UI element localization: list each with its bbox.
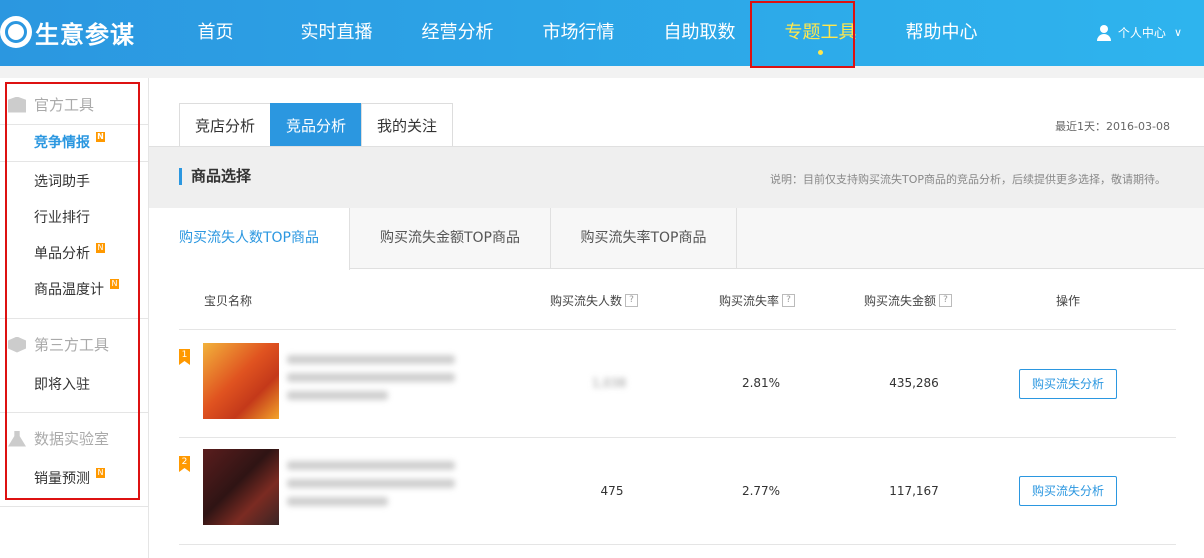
nav-item-self-service-data[interactable]: 自助取数 (639, 0, 760, 66)
column-header-label: 购买流失率 (719, 294, 780, 308)
lost-analysis-button[interactable]: 购买流失分析 (1019, 476, 1117, 506)
column-header-lost-users: 购买流失人数? (550, 292, 639, 309)
brand-name: 生意参谋 (35, 20, 135, 49)
lost-users-value: 1,038 (591, 376, 627, 390)
analysis-tabs: 竞店分析 竞品分析 我的关注 (179, 103, 454, 147)
main-nav: 首页 实时直播 经营分析 市场行情 自助取数 专题工具 帮助中心 (155, 0, 1002, 66)
lost-amount-value: 435,286 (889, 376, 939, 390)
nav-item-special-tools[interactable]: 专题工具 (760, 0, 881, 66)
divider (0, 412, 148, 413)
tab-shop-analysis[interactable]: 竞店分析 (179, 103, 271, 147)
main-content: 竞店分析 竞品分析 我的关注 最近1天：2016-03-08 商品选择 说明：目… (149, 78, 1204, 558)
sidebar-item-label: 商品温度计 (34, 282, 104, 298)
sidebar-item-label: 单品分析 (34, 246, 90, 262)
sidebar-group-title: 数据实验室 (34, 430, 110, 448)
sidebar-group-data-lab: 数据实验室 (8, 428, 109, 449)
sidebar-item-keyword-assistant[interactable]: 选词助手 (34, 171, 90, 191)
lost-analysis-button[interactable]: 购买流失分析 (1019, 369, 1117, 399)
new-badge: N (96, 243, 105, 253)
lost-amount-value: 117,167 (889, 484, 939, 498)
brand-logo[interactable]: 生意参谋 (0, 12, 135, 52)
nav-item-help-center[interactable]: 帮助中心 (881, 0, 1002, 66)
building-icon (8, 96, 26, 113)
column-header-label: 购买流失人数 (550, 294, 623, 308)
column-header-lost-rate: 购买流失率? (719, 292, 796, 309)
user-center-menu[interactable]: 个人中心 ∨ (1096, 24, 1182, 41)
nav-item-home[interactable]: 首页 (155, 0, 276, 66)
lost-rate-value: 2.77% (741, 484, 781, 498)
cube-icon (8, 336, 26, 353)
user-center-label: 个人中心 (1117, 26, 1166, 40)
column-header-lost-amount: 购买流失金额? (864, 292, 953, 309)
sidebar-item-product-thermometer[interactable]: 商品温度计 N (34, 279, 119, 299)
sidebar-item-label: 销量预测 (34, 471, 90, 487)
divider (0, 318, 148, 319)
product-title-blurred[interactable] (287, 355, 455, 415)
tab-my-follows[interactable]: 我的关注 (361, 103, 454, 147)
divider (179, 437, 1176, 438)
subtab-lost-rate-top[interactable]: 购买流失率TOP商品 (551, 208, 737, 269)
sidebar-item-sales-forecast[interactable]: 销量预测 N (34, 468, 105, 488)
flask-icon (8, 430, 26, 447)
sidebar-item-product-analysis[interactable]: 单品分析 N (34, 243, 105, 263)
help-icon[interactable]: ? (939, 294, 953, 307)
new-badge: N (110, 279, 119, 289)
divider (179, 544, 1176, 545)
product-thumbnail[interactable] (203, 449, 279, 525)
lost-users-value: 475 (600, 484, 624, 498)
lost-rate-value: 2.81% (741, 376, 781, 390)
sidebar-item-industry-ranking[interactable]: 行业排行 (34, 207, 90, 227)
sidebar-item-label: 竞争情报 (34, 135, 90, 151)
new-badge: N (96, 468, 105, 478)
user-icon (1096, 24, 1112, 41)
compass-icon (0, 16, 32, 48)
column-header-action: 操作 (1056, 294, 1081, 308)
subtab-lost-amount-top[interactable]: 购买流失金额TOP商品 (350, 208, 551, 269)
divider (0, 506, 148, 507)
column-header-name: 宝贝名称 (204, 294, 253, 308)
subtab-lost-users-top[interactable]: 购买流失人数TOP商品 (149, 208, 350, 270)
section-note: 说明：目前仅支持购买流失TOP商品的竞品分析，后续提供更多选择，敬请期待。 (769, 173, 1166, 186)
tab-product-analysis[interactable]: 竞品分析 (270, 103, 362, 147)
column-header-label: 购买流失金额 (864, 294, 937, 308)
divider (0, 124, 148, 125)
sidebar-group-third-party-tools: 第三方工具 (8, 334, 109, 355)
date-range-label: 最近1天：2016-03-08 (1055, 120, 1170, 133)
top-navbar: 生意参谋 首页 实时直播 经营分析 市场行情 自助取数 专题工具 帮助中心 个人… (0, 0, 1204, 66)
rank-badge: 1 (179, 349, 190, 365)
rank-badge: 2 (179, 456, 190, 472)
help-icon[interactable]: ? (625, 294, 639, 307)
nav-item-business-analysis[interactable]: 经营分析 (397, 0, 518, 66)
sidebar-group-title: 第三方工具 (34, 336, 110, 354)
sidebar-group-title: 官方工具 (34, 96, 95, 114)
sidebar-item-coming-soon[interactable]: 即将入驻 (34, 374, 90, 394)
nav-item-market[interactable]: 市场行情 (518, 0, 639, 66)
product-thumbnail[interactable] (203, 343, 279, 419)
section-title: 商品选择 (179, 168, 251, 185)
sidebar-group-official-tools: 官方工具 (8, 94, 94, 115)
section-header: 商品选择 说明：目前仅支持购买流失TOP商品的竞品分析，后续提供更多选择，敬请期… (149, 146, 1204, 208)
nav-item-realtime[interactable]: 实时直播 (276, 0, 397, 66)
new-badge: N (96, 132, 105, 142)
product-selection-tabs: 购买流失人数TOP商品 购买流失金额TOP商品 购买流失率TOP商品 (149, 208, 1204, 270)
chevron-down-icon: ∨ (1173, 26, 1182, 39)
divider (0, 161, 148, 162)
sidebar-item-competitive-intel[interactable]: 竞争情报 N (34, 132, 105, 152)
help-icon[interactable]: ? (782, 294, 796, 307)
sidebar: 官方工具 竞争情报 N 选词助手 行业排行 单品分析 N 商品温度计 N 第三方工具 … (0, 78, 149, 558)
product-title-blurred[interactable] (287, 461, 455, 521)
divider (179, 329, 1176, 330)
